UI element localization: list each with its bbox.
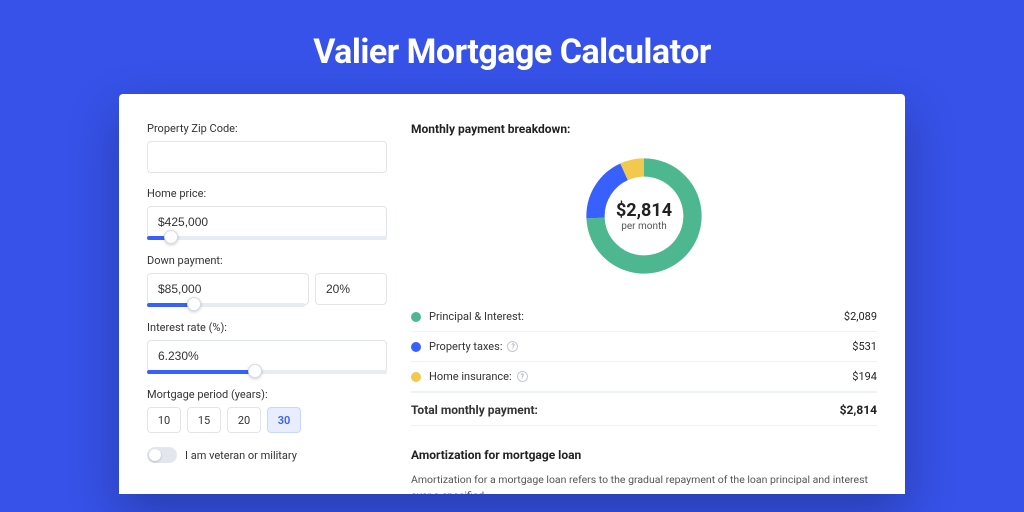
breakdown-label: Principal & Interest: [429, 310, 844, 323]
interest-rate-label: Interest rate (%): [147, 321, 387, 334]
home-price-label: Home price: [147, 187, 387, 200]
veteran-toggle-row: I am veteran or military [147, 447, 387, 463]
breakdown-row-insurance: Home insurance:? $194 [411, 362, 877, 392]
legend-dot-icon [411, 342, 421, 352]
donut-chart-wrap: $2,814 per month [411, 152, 877, 280]
zip-label: Property Zip Code: [147, 122, 387, 135]
down-payment-label: Down payment: [147, 254, 387, 267]
home-price-input[interactable] [147, 206, 387, 238]
donut-center-label: $2,814 per month [616, 200, 672, 232]
interest-rate-input[interactable] [147, 340, 387, 372]
legend-dot-icon [411, 312, 421, 322]
legend-dot-icon [411, 372, 421, 382]
info-icon[interactable]: ? [517, 371, 528, 382]
period-option-15[interactable]: 15 [187, 407, 221, 433]
interest-rate-slider[interactable] [147, 370, 387, 374]
breakdown-total-label: Total monthly payment: [411, 403, 840, 417]
period-button-group: 10 15 20 30 [147, 407, 387, 433]
period-label: Mortgage period (years): [147, 388, 387, 401]
zip-input[interactable] [147, 141, 387, 173]
breakdown-value: $531 [852, 340, 877, 353]
calculator-card: Property Zip Code: Home price: Down paym… [119, 94, 905, 494]
down-payment-pct-input[interactable] [315, 273, 387, 305]
donut-chart: $2,814 per month [580, 152, 708, 280]
period-option-10[interactable]: 10 [147, 407, 181, 433]
slider-thumb-icon[interactable] [248, 364, 262, 378]
info-icon[interactable]: ? [507, 341, 518, 352]
down-payment-field-group: Down payment: [147, 254, 387, 307]
amortization-text: Amortization for a mortgage loan refers … [411, 472, 877, 494]
down-payment-slider[interactable] [147, 303, 305, 307]
slider-thumb-icon[interactable] [164, 230, 178, 244]
breakdown-value: $2,089 [844, 310, 877, 323]
form-panel: Property Zip Code: Home price: Down paym… [147, 122, 387, 494]
breakdown-row-principal: Principal & Interest: $2,089 [411, 302, 877, 332]
donut-amount: $2,814 [616, 200, 672, 221]
amortization-title: Amortization for mortgage loan [411, 448, 877, 462]
breakdown-label: Property taxes:? [429, 340, 852, 353]
page-title: Valier Mortgage Calculator [0, 0, 1024, 94]
results-panel: Monthly payment breakdown: $2,814 per mo… [411, 122, 877, 494]
breakdown-total-row: Total monthly payment: $2,814 [411, 392, 877, 426]
breakdown-value: $194 [852, 370, 877, 383]
veteran-toggle-label: I am veteran or military [185, 449, 297, 462]
slider-thumb-icon[interactable] [187, 297, 201, 311]
donut-sub: per month [616, 221, 672, 232]
zip-field-group: Property Zip Code: [147, 122, 387, 173]
period-field-group: Mortgage period (years): 10 15 20 30 [147, 388, 387, 433]
down-payment-amount-input[interactable] [147, 273, 309, 305]
breakdown-total-value: $2,814 [840, 403, 877, 417]
veteran-toggle[interactable] [147, 447, 177, 463]
interest-rate-field-group: Interest rate (%): [147, 321, 387, 374]
home-price-slider[interactable] [147, 236, 387, 240]
period-option-20[interactable]: 20 [227, 407, 261, 433]
home-price-field-group: Home price: [147, 187, 387, 240]
breakdown-title: Monthly payment breakdown: [411, 122, 877, 136]
period-option-30[interactable]: 30 [267, 407, 301, 433]
breakdown-row-taxes: Property taxes:? $531 [411, 332, 877, 362]
breakdown-label: Home insurance:? [429, 370, 852, 383]
